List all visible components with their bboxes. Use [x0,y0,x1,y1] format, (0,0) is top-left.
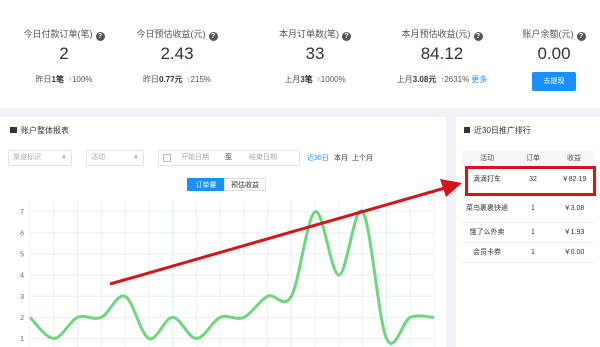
withdraw-button[interactable]: 去提现 [532,72,576,91]
stat-compare-label: 上月 [396,75,413,84]
column-header: 收益 [567,154,581,162]
table-row: 菜鸟裹裹快递 1 ￥3.08 [462,195,594,223]
table-row: 会员卡券 1 ￥0.00 [462,243,594,263]
income-cell: ￥0.00 [563,249,585,256]
y-tick-label: 7 [20,209,24,216]
highlight-box [465,166,596,196]
column-header: 活动 [480,154,494,162]
stat-title: 本月订单数(笔) [279,29,339,39]
activity-cell: 饿了么外卖 [469,229,505,236]
stat-balance: 账户余额(元)? 0.00 [494,0,600,108]
source-select[interactable]: 渠道标识 ▼ [8,150,72,166]
stat-today-income: 今日预估收益(元)? 2.43 昨日0.77元 ↑215% [117,0,237,108]
panel-title: 账户整体报表 [21,126,69,135]
table-row: 饿了么外卖 1 ￥1.93 [462,223,594,243]
end-date-input[interactable]: 结束日期 [249,151,277,165]
stat-change: 100% [71,75,93,84]
income-cell: ￥3.08 [563,205,585,212]
chevron-down-icon: ▼ [61,155,67,161]
stat-value: 2 [59,44,69,63]
column-header: 订单 [526,154,540,162]
stat-change: 215% [190,75,212,84]
quick-last-month[interactable]: 上个月 [352,153,373,163]
orders-line-chart: 7 6 5 4 3 2 1 [20,201,435,347]
panel-title: 近30日推广排行 [474,126,531,135]
y-tick-label: 3 [20,294,24,301]
chevron-down-icon: ▼ [133,155,139,161]
stat-compare-label: 昨日 [35,75,52,84]
stat-compare-label: 上月 [284,75,301,84]
ranking-panel: 近30日推广排行 活动 订单 收益 滴滴打车 32 ￥82.19 菜鸟裹裹快递 … [456,117,600,347]
stat-value: 0.00 [537,44,571,63]
y-tick-label: 2 [20,315,24,322]
activity-cell: 会员卡券 [473,249,501,256]
activity-cell: 菜鸟裹裹快递 [466,205,508,212]
stat-value: 2.43 [160,44,194,63]
stat-month-income: 本月预估收益(元)? 84.12 上月3.08元 ↑2631% 更多 [382,0,502,108]
y-tick-label: 5 [20,251,24,258]
income-cell: ￥1.93 [563,229,585,236]
more-link[interactable]: 更多 [471,75,487,84]
tab-orders[interactable]: 订单量 [187,178,225,191]
tab-income[interactable]: 预估收益 [224,178,266,191]
stats-bar: 今日付款订单(笔)? 2 昨日1笔 ↑100% 今日预估收益(元)? 2.43 昨… [0,0,600,108]
series-line [28,209,435,345]
stat-title: 账户余额(元) [522,29,574,39]
activity-select[interactable]: 活动 ▼ [86,150,144,166]
quick-this-month[interactable]: 本月 [334,153,348,163]
stat-month-orders: 本月订单数(笔)? 33 上月3笔 ↑1000% [255,0,375,108]
stat-value: 84.12 [420,44,464,63]
stat-compare-label: 昨日 [142,75,159,84]
stat-compare-value: 0.77元 [158,75,183,84]
help-icon[interactable]: ? [473,32,483,41]
date-separator: 至 [225,154,232,161]
stat-compare-value: 3笔 [300,75,313,84]
stat-title: 今日预估收益(元) [136,29,206,39]
help-icon[interactable]: ? [208,32,218,41]
start-date-input[interactable]: 开始日期 [181,151,209,165]
help-icon[interactable]: ? [95,32,105,41]
help-icon[interactable]: ? [342,32,351,41]
help-icon[interactable]: ? [576,32,586,41]
y-tick-label: 6 [20,230,24,237]
y-tick-label: 1 [20,336,24,343]
orders-cell: 1 [531,249,535,256]
stat-change: 1000% [320,75,346,84]
stat-compare-value: 1笔 [51,75,64,84]
stat-value: 33 [305,44,325,63]
y-tick-label: 4 [20,273,24,280]
date-range-picker[interactable]: 开始日期 至 结束日期 [158,150,300,166]
stat-title: 本月预估收益(元) [401,29,471,39]
orders-cell: 1 [531,229,535,236]
calendar-icon [163,154,171,162]
orders-cell: 1 [531,205,535,212]
table-header: 活动 订单 收益 [462,151,594,165]
quick-last-30-days[interactable]: 近30日 [307,153,329,163]
stat-title: 今日付款订单(笔) [23,29,93,39]
checkbox-icon [464,127,470,133]
stat-today-orders: 今日付款订单(笔)? 2 昨日1笔 ↑100% [4,0,124,108]
stat-compare-value: 3.08元 [412,75,437,84]
wallet-icon [10,127,17,133]
stat-change: 2631% [444,75,470,84]
report-panel: 账户整体报表 渠道标识 ▼ 活动 ▼ 开始日期 至 结束日期 近30日 本月 上个月… [0,117,446,347]
